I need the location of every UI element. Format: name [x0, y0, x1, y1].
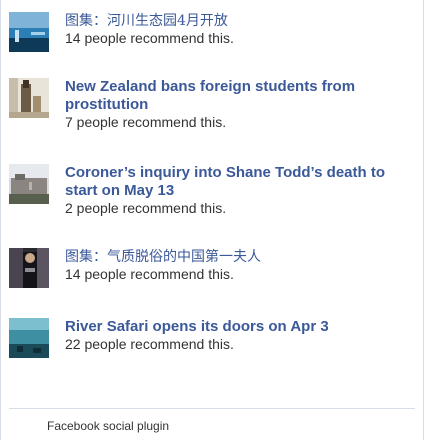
- recommend-count: 14 people recommend this.: [65, 30, 234, 46]
- footer-label[interactable]: Facebook social plugin: [47, 419, 169, 433]
- article-thumbnail[interactable]: [9, 164, 49, 204]
- article-link[interactable]: 图集：河川生态园4月开放: [65, 12, 417, 30]
- article-link[interactable]: New Zealand bans foreign students from p…: [65, 78, 417, 114]
- article-link[interactable]: 图集：气质脱俗的中国第一夫人: [65, 248, 417, 266]
- recommend-count: 2 people recommend this.: [65, 200, 227, 216]
- article-link[interactable]: River Safari opens its doors on Apr 3: [65, 318, 417, 336]
- article-thumbnail[interactable]: [9, 12, 49, 52]
- recommend-count: 14 people recommend this.: [65, 266, 234, 282]
- recommendations-plugin: 图集：河川生态园4月开放 14 people recommend this. N…: [0, 0, 424, 440]
- article-thumbnail[interactable]: [9, 318, 49, 358]
- frame-border-left: [0, 0, 1, 440]
- article-thumbnail[interactable]: [9, 78, 49, 118]
- article-thumbnail[interactable]: [9, 248, 49, 288]
- article-link[interactable]: Coroner’s inquiry into Shane Todd’s deat…: [65, 164, 417, 200]
- recommend-count: 7 people recommend this.: [65, 114, 227, 130]
- footer-divider: [9, 408, 415, 409]
- recommend-count: 22 people recommend this.: [65, 336, 234, 352]
